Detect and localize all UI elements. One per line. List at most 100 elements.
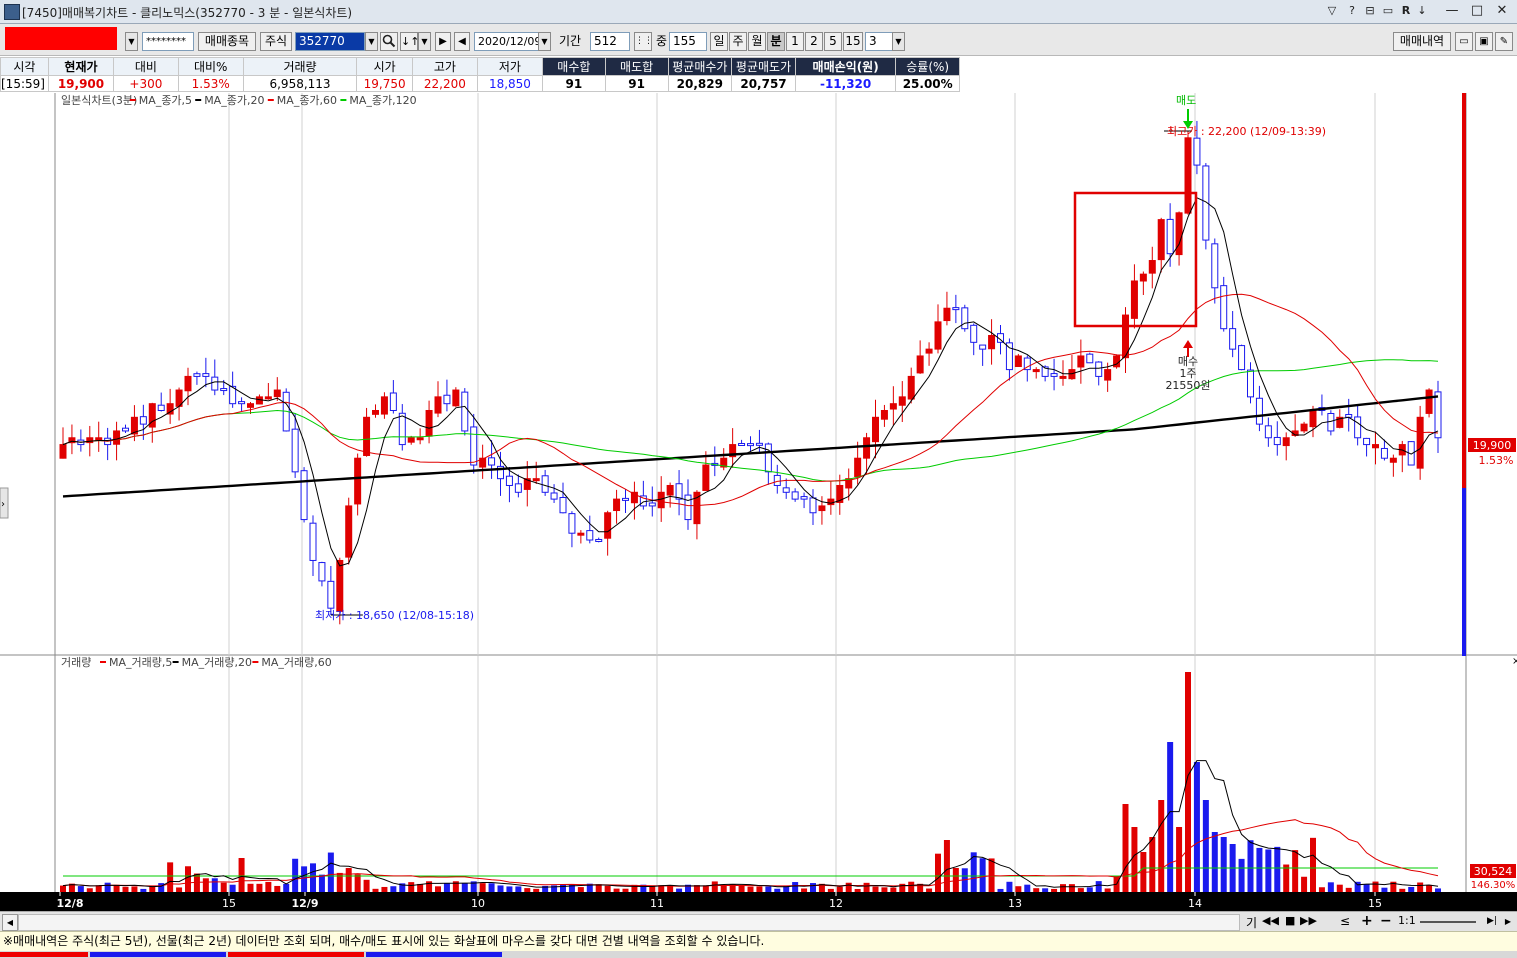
help-icon[interactable]: ? xyxy=(1344,3,1360,19)
window-icon[interactable]: ▭ xyxy=(1380,3,1396,19)
sort-icon[interactable]: ↓↑ xyxy=(400,32,418,51)
candle-body-148 xyxy=(1380,447,1388,459)
candle-body-48 xyxy=(488,457,496,466)
candle-body-6 xyxy=(113,430,121,445)
password-field[interactable]: ******** xyxy=(142,32,194,51)
minimize-button[interactable]: — xyxy=(1440,1,1464,21)
quote-value-10: 20,829 xyxy=(667,75,733,92)
candle-body-39 xyxy=(407,437,415,443)
market-select[interactable]: 주식 xyxy=(260,32,292,51)
quote-value-3: 1.53% xyxy=(177,75,244,92)
pin-icon[interactable]: ↓ xyxy=(1414,3,1430,19)
volume-bar-119 xyxy=(1122,804,1129,892)
candle-body-152 xyxy=(1416,416,1424,469)
candle-body-77 xyxy=(747,443,754,447)
minute-input[interactable]: 3 xyxy=(865,32,893,51)
volume-bar-130 xyxy=(1220,837,1227,892)
close-button[interactable]: ✕ xyxy=(1490,1,1514,21)
reset-zoom-button[interactable]: 1:1 xyxy=(1398,914,1416,927)
status-bar: ※매매내역은 주식(최근 5년), 선물(최근 2년) 데이터만 조회 되며, … xyxy=(0,931,1517,952)
quote-value-11: 20,757 xyxy=(731,75,796,92)
volume-bar-20 xyxy=(238,858,245,892)
account-dropdown-arrow[interactable]: ▼ xyxy=(125,32,138,51)
candle-body-96 xyxy=(916,355,924,374)
stop-icon[interactable]: ■ xyxy=(1285,914,1295,927)
trade-items-button[interactable]: 매매종목 xyxy=(198,32,256,51)
scroll-control-gi[interactable]: 기 xyxy=(1246,914,1257,931)
volume-bar-39 xyxy=(408,882,415,892)
date-dropdown-arrow[interactable]: ▼ xyxy=(538,32,551,51)
interval-month-button[interactable]: 월 xyxy=(748,32,766,51)
interval-2-button[interactable]: 2 xyxy=(805,32,823,51)
scroll-left-button[interactable]: ◀ xyxy=(2,914,18,931)
candle-body-106 xyxy=(1005,342,1013,371)
count-input[interactable]: 155 xyxy=(669,32,707,51)
code-input[interactable]: 352770 xyxy=(295,32,365,51)
candle-body-41 xyxy=(425,409,433,437)
volume-bar-12 xyxy=(167,862,174,892)
candle-body-24 xyxy=(273,389,281,398)
volume-bar-30 xyxy=(327,852,334,892)
volume-bar-108 xyxy=(1024,884,1031,892)
zoom-out-button[interactable]: − xyxy=(1380,913,1392,929)
next-button[interactable]: ▶ xyxy=(435,32,451,51)
candle-body-153 xyxy=(1425,389,1433,414)
interval-5-button[interactable]: 5 xyxy=(824,32,842,51)
search-icon[interactable] xyxy=(380,32,398,51)
interval-1-button[interactable]: 1 xyxy=(786,32,804,51)
volume-chart[interactable]: 거래량 MA_거래량,5 MA_거래량,20 MA_거래량,60 × 30,524 146.… xyxy=(0,656,1517,892)
open-folder-icon[interactable]: ▭ xyxy=(1455,32,1473,51)
interval-week-button[interactable]: 주 xyxy=(729,32,747,51)
candle-body-23 xyxy=(264,396,272,400)
count-label: 중 xyxy=(656,34,668,48)
code-dropdown-arrow[interactable]: ▼ xyxy=(365,32,378,51)
prev-button[interactable]: ◀ xyxy=(454,32,470,51)
candle-body-29 xyxy=(318,562,326,582)
sort-dropdown-arrow[interactable]: ▼ xyxy=(418,32,431,51)
trade-history-button[interactable]: 매매내역 xyxy=(1393,32,1451,51)
x-axis-label-3: 10 xyxy=(471,897,485,910)
candle-body-32 xyxy=(345,505,353,558)
candle-body-63 xyxy=(622,497,629,501)
status-message: ※매매내역은 주식(최근 5년), 선물(최근 2년) 데이터만 조회 되며, … xyxy=(3,934,765,948)
scroll-end-button[interactable]: ▶| xyxy=(1486,914,1498,929)
candle-body-26 xyxy=(291,428,299,473)
horizontal-scrollbar[interactable] xyxy=(18,914,1240,931)
candle-body-17 xyxy=(211,376,219,391)
candle-body-44 xyxy=(452,389,460,407)
volume-bar-120 xyxy=(1131,827,1138,892)
candle-body-38 xyxy=(398,412,406,446)
candle-body-86 xyxy=(827,498,835,506)
interval-15-button[interactable]: 15 xyxy=(843,32,863,51)
scroll-right-button[interactable]: ▶ xyxy=(1502,914,1514,929)
candlestick-chart[interactable]: › 일본식차트(3분) MA_종가,5 MA_종가,20 MA_종가,60 MA_종가,1… xyxy=(0,93,1517,656)
candle-body-66 xyxy=(648,502,656,507)
wrench-icon[interactable]: ✎ xyxy=(1495,32,1513,51)
save-icon[interactable]: ▣ xyxy=(1475,32,1493,51)
zoom-slider[interactable] xyxy=(1420,921,1476,923)
period-input[interactable]: 512 xyxy=(590,32,630,51)
candle-body-18 xyxy=(220,388,228,392)
zoom-in-button[interactable]: + xyxy=(1361,913,1373,929)
interval-minute-button[interactable]: 분 xyxy=(767,32,785,51)
volume-chart-pane[interactable]: 거래량 MA_거래량,5 MA_거래량,20 MA_거래량,60 × 30,524 146.… xyxy=(0,656,1517,892)
dropdown-icon[interactable]: ▽ xyxy=(1324,3,1340,19)
x-axis-label-8: 15 xyxy=(1368,897,1382,910)
maximize-button[interactable]: □ xyxy=(1465,1,1489,21)
volume-bar-5 xyxy=(104,882,111,892)
candle-body-43 xyxy=(443,394,451,405)
quote-header-10: 평균매수가 xyxy=(667,57,733,76)
price-chart-pane[interactable]: › 일본식차트(3분) MA_종가,5 MA_종가,20 MA_종가,60 MA_종가,1… xyxy=(0,93,1517,656)
volume-legend-item-1: MA_거래량,20 xyxy=(182,656,252,669)
tile-icon[interactable]: ⊟ xyxy=(1362,3,1378,19)
refresh-r-icon[interactable]: R xyxy=(1398,3,1414,19)
fast-forward-icon[interactable]: ▶▶ xyxy=(1300,914,1317,927)
interval-day-button[interactable]: 일 xyxy=(710,32,728,51)
date-input[interactable]: 2020/12/09 xyxy=(474,32,540,51)
candle-body-116 xyxy=(1095,361,1103,377)
settings-grid-icon[interactable]: ⋮⋮ xyxy=(634,32,652,51)
account-select-redacted[interactable] xyxy=(5,27,117,50)
chart-scale-icon[interactable]: ≤ xyxy=(1340,914,1350,928)
rewind-icon[interactable]: ◀◀ xyxy=(1262,914,1279,927)
minute-dropdown-arrow[interactable]: ▼ xyxy=(892,32,905,51)
